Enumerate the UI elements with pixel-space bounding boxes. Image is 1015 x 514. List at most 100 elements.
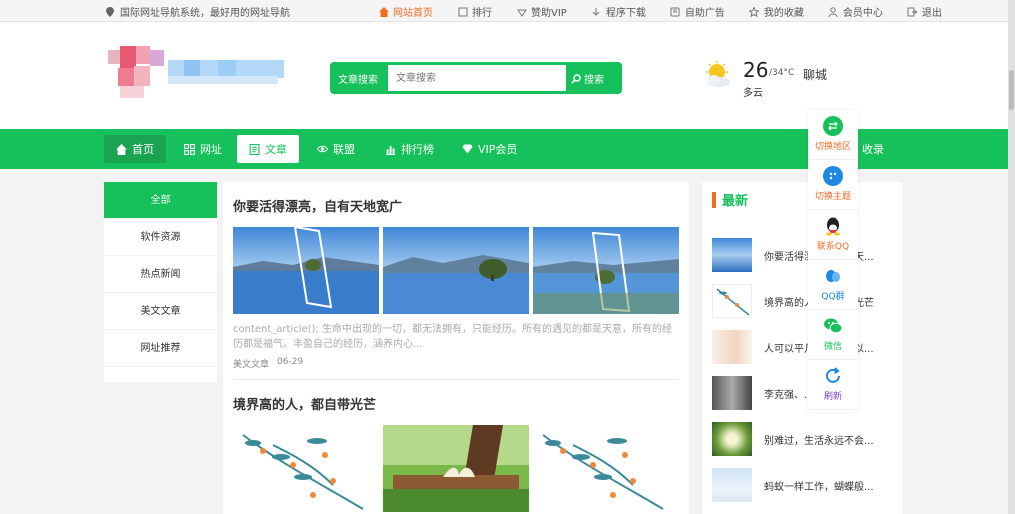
article-excerpt: content_article(); 生命中出现的一切，都无法拥有，只能经历。所… (233, 324, 673, 350)
search-icon (570, 73, 581, 84)
category-item-all[interactable]: 全部 (104, 182, 217, 219)
tool-switch-theme[interactable]: 切换主题 (808, 160, 858, 210)
top-links: 网站首页 排行 赞助VIP 程序下载 自助广告 我的收藏 会员中心 退出 (378, 4, 966, 19)
tool-refresh[interactable]: 刷新 (808, 360, 858, 410)
article-title[interactable]: 境界高的人，都自带光芒 (233, 394, 679, 413)
top-link-member-center[interactable]: 会员中心 (828, 4, 883, 19)
nav-item-submit[interactable]: 收录 (862, 141, 884, 157)
chart-icon (385, 144, 396, 155)
scrollbar-thumb[interactable] (1009, 70, 1014, 110)
latest-header-bar (712, 191, 716, 208)
latest-item[interactable]: 别难过，生活永远不会... (712, 422, 892, 456)
document-icon (249, 143, 260, 155)
slogan-text: 国际网址导航系统，最好用的网址导航 (120, 8, 290, 19)
article-meta: 美文文章 06-29 (233, 357, 679, 370)
article-card: 境界高的人，都自带光芒 (233, 394, 679, 512)
article-date: 06-29 (277, 357, 304, 367)
star-icon (749, 6, 760, 17)
latest-item[interactable]: 你要活得漂亮，自有天... (712, 238, 892, 272)
article-images (233, 227, 679, 314)
category-item-news[interactable]: 热点新闻 (104, 256, 217, 293)
site-slogan: 国际网址导航系统，最好用的网址导航 (104, 4, 290, 19)
category-item-software[interactable]: 软件资源 (104, 219, 217, 256)
top-link-download[interactable]: 程序下载 (591, 4, 646, 19)
ad-icon (670, 6, 681, 17)
article-image[interactable] (533, 425, 679, 512)
eye-icon (317, 144, 328, 155)
qq-icon (823, 216, 843, 236)
article-divider (233, 379, 679, 380)
latest-thumb (712, 238, 752, 272)
latest-item[interactable]: 人可以平凡，但不可以... (712, 330, 892, 364)
search-input[interactable] (388, 65, 566, 91)
sun-cloud-icon (703, 60, 733, 90)
nav-item-sites[interactable]: 网址 (172, 135, 234, 163)
weather-temp-range: /34°C (769, 68, 795, 78)
palette-icon (823, 166, 843, 186)
grid-icon (184, 143, 195, 155)
article-image[interactable] (383, 227, 529, 314)
latest-title: 最新 (722, 194, 749, 209)
refresh-icon (823, 366, 843, 386)
latest-thumb (712, 330, 752, 364)
article-image[interactable] (383, 425, 529, 512)
nav-item-alliance[interactable]: 联盟 (305, 135, 367, 163)
weather-temperature: 26 (743, 58, 769, 82)
logout-icon (907, 6, 918, 17)
qq-group-icon (823, 266, 843, 286)
tool-switch-region[interactable]: 切换地区 (808, 110, 858, 160)
tool-wechat[interactable]: 微信 (808, 310, 858, 360)
article-image[interactable] (233, 425, 379, 512)
nav-item-vip[interactable]: VIP会员 (450, 135, 529, 163)
nav-item-articles[interactable]: 文章 (237, 135, 299, 163)
latest-header: 最新 (712, 190, 748, 209)
category-item-sites[interactable]: 网址推荐 (104, 330, 217, 367)
article-images (233, 425, 679, 512)
diamond-icon (462, 144, 473, 155)
swap-icon (823, 116, 843, 136)
top-link-home[interactable]: 网站首页 (378, 4, 433, 19)
top-link-ad[interactable]: 自助广告 (670, 4, 725, 19)
latest-thumb (712, 468, 752, 502)
article-title[interactable]: 你要活得漂亮，自有天地宽广 (233, 196, 679, 215)
article-list: 你要活得漂亮，自有天地宽广 content_article(); 生命中出现的一… (223, 182, 689, 514)
weather-city[interactable]: 聊城 (803, 66, 827, 83)
home-icon (116, 143, 127, 155)
article-card: 你要活得漂亮，自有天地宽广 content_article(); 生命中出现的一… (233, 196, 679, 370)
top-bar: 国际网址导航系统，最好用的网址导航 网站首页 排行 赞助VIP 程序下载 自助广… (0, 0, 1015, 22)
latest-thumb (712, 376, 752, 410)
location-pin-icon (104, 6, 115, 17)
header: 文章搜索 搜索 26 /34°C 多云 聊城 (0, 22, 1015, 129)
latest-thumb (712, 284, 752, 318)
page-scrollbar[interactable] (1008, 0, 1015, 514)
nav-item-home[interactable]: 首页 (104, 135, 166, 163)
floating-toolbar: 切换地区 切换主题 联系QQ QQ群 微信 刷新 (808, 110, 858, 412)
article-image[interactable] (233, 227, 379, 314)
latest-panel: 最新 你要活得漂亮，自有天... 境界高的人，都自带光芒 人可以平凡，但不可以.… (702, 182, 902, 514)
latest-item[interactable]: 境界高的人，都自带光芒 (712, 284, 892, 318)
category-item-essays[interactable]: 美文文章 (104, 293, 217, 330)
tool-contact-qq[interactable]: 联系QQ (808, 210, 858, 260)
search-button[interactable]: 搜索 (570, 71, 604, 86)
nav-item-ranking[interactable]: 排行榜 (373, 135, 446, 163)
tool-qq-group[interactable]: QQ群 (808, 260, 858, 310)
wechat-icon (823, 316, 843, 336)
latest-item[interactable]: 李克强、...的红毯... (712, 376, 892, 410)
top-link-rank[interactable]: 排行 (457, 4, 492, 19)
site-logo[interactable] (108, 46, 288, 102)
latest-item[interactable]: 蚂蚁一样工作，蝴蝶般... (712, 468, 892, 502)
home-icon (378, 6, 389, 17)
article-image[interactable] (533, 227, 679, 314)
download-icon (591, 6, 602, 17)
vip-icon (516, 6, 527, 17)
search-bar: 文章搜索 搜索 (330, 62, 622, 94)
top-link-vip[interactable]: 赞助VIP (516, 4, 567, 19)
latest-thumb (712, 422, 752, 456)
weather-condition: 多云 (743, 88, 763, 99)
category-list: 全部 软件资源 热点新闻 美文文章 网址推荐 (104, 182, 217, 382)
top-link-favorites[interactable]: 我的收藏 (749, 4, 804, 19)
rank-icon (457, 6, 468, 17)
top-link-logout[interactable]: 退出 (907, 4, 942, 19)
search-category-selector[interactable]: 文章搜索 (338, 71, 378, 86)
article-category[interactable]: 美文文章 (233, 357, 269, 370)
